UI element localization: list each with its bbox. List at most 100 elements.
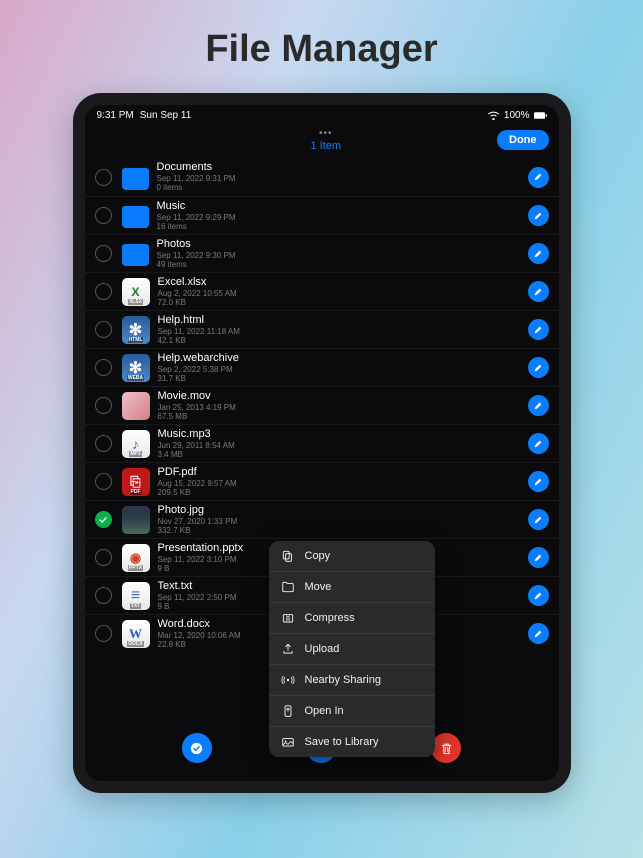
file-row[interactable]: MusicSep 11, 2022 9:29 PM16 items [85, 196, 559, 234]
checkbox[interactable] [95, 169, 112, 186]
promo-title: File Manager [205, 28, 437, 71]
checkbox[interactable] [95, 511, 112, 528]
more-icon[interactable]: ••• [155, 128, 498, 139]
menu-item-upload[interactable]: Upload [269, 634, 435, 665]
folder-icon [122, 168, 149, 190]
file-name: Music.mp3 [158, 428, 528, 441]
select-all-button[interactable] [182, 733, 212, 763]
file-info: Help.webarchiveSep 2, 2022 5:38 PM31.7 K… [158, 352, 528, 383]
pencil-icon [533, 401, 543, 411]
file-size: 0 items [157, 183, 528, 192]
file-ext-badge: PPTX [128, 565, 143, 571]
checkbox[interactable] [95, 435, 112, 452]
edit-button[interactable] [528, 205, 549, 226]
file-date: Jun 29, 2011 8:54 AM [158, 441, 528, 450]
done-button[interactable]: Done [497, 130, 549, 150]
file-info: Excel.xlsxAug 2, 2022 10:55 AM72.0 KB [158, 276, 528, 307]
file-name: Music [157, 200, 528, 213]
checkbox[interactable] [95, 245, 112, 262]
checkbox[interactable] [95, 473, 112, 490]
file-meta: Sep 11, 2022 9:30 PM49 items [157, 251, 528, 269]
file-ext-badge: MP3 [129, 451, 141, 457]
file-name: Help.webarchive [158, 352, 528, 365]
edit-button[interactable] [528, 395, 549, 416]
movie-icon [122, 392, 150, 420]
file-size: 16 items [157, 222, 528, 231]
file-date: Sep 11, 2022 9:29 PM [157, 213, 528, 222]
folder-icon [122, 244, 149, 266]
context-menu: Copy Move CompressUploadNearby SharingOpen… [269, 541, 435, 757]
folder-icon [122, 206, 149, 228]
checkbox[interactable] [95, 207, 112, 224]
pencil-icon [533, 553, 543, 563]
edit-button[interactable] [528, 547, 549, 568]
file-size: 67.5 MB [158, 412, 528, 421]
file-row[interactable]: MP3 Music.mp3Jun 29, 2011 8:54 AM3.4 MB [85, 424, 559, 462]
edit-button[interactable] [528, 471, 549, 492]
menu-item-save-library[interactable]: Save to Library [269, 727, 435, 757]
menu-item-compress[interactable]: Compress [269, 603, 435, 634]
edit-button[interactable] [528, 623, 549, 644]
file-info: Photo.jpgNov 27, 2020 1:33 PM332.7 KB [158, 504, 528, 535]
file-name: Help.html [158, 314, 528, 327]
file-row[interactable]: HTMLHelp.htmlSep 11, 2022 11:18 AM42.1 K… [85, 310, 559, 348]
pencil-icon [533, 287, 543, 297]
file-row[interactable]: Photo.jpgNov 27, 2020 1:33 PM332.7 KB [85, 500, 559, 538]
file-date: Nov 27, 2020 1:33 PM [158, 517, 528, 526]
file-info: PhotosSep 11, 2022 9:30 PM49 items [157, 238, 528, 269]
file-row[interactable]: DocumentsSep 11, 2022 9:31 PM0 items [85, 158, 559, 196]
menu-item-copy[interactable]: Copy [269, 541, 435, 572]
file-meta: Sep 11, 2022 11:18 AM42.1 KB [158, 327, 528, 345]
checkbox[interactable] [95, 321, 112, 338]
file-ext-badge: DOCX [127, 641, 143, 647]
file-name: Photos [157, 238, 528, 251]
file-ext-badge: PDF [130, 489, 142, 495]
selection-count: 1 Item [155, 140, 498, 152]
checkbox[interactable] [95, 587, 112, 604]
status-battery: 100% [504, 110, 530, 121]
nearby-icon [281, 673, 295, 687]
file-row[interactable]: PhotosSep 11, 2022 9:30 PM49 items [85, 234, 559, 272]
file-row[interactable]: WEBA Help.webarchiveSep 2, 2022 5:38 PM31… [85, 348, 559, 386]
pptx-icon: PPTX [122, 544, 150, 572]
edit-button[interactable] [528, 585, 549, 606]
edit-button[interactable] [528, 319, 549, 340]
edit-button[interactable] [528, 509, 549, 530]
pencil-icon [533, 249, 543, 259]
compress-icon [281, 611, 295, 625]
menu-item-open-in[interactable]: Open In [269, 696, 435, 727]
file-info: PDF.pdfAug 15, 2022 9:57 AM209.5 KB [158, 466, 528, 497]
checkbox[interactable] [95, 283, 112, 300]
file-row[interactable]: XLSXExcel.xlsxAug 2, 2022 10:55 AM72.0 K… [85, 272, 559, 310]
file-row[interactable]: PDF PDF.pdfAug 15, 2022 9:57 AM209.5 KB [85, 462, 559, 500]
file-date: Sep 11, 2022 11:18 AM [158, 327, 528, 336]
edit-button[interactable] [528, 167, 549, 188]
file-date: Aug 2, 2022 10:55 AM [158, 289, 528, 298]
file-meta: Sep 2, 2022 5:38 PM31.7 KB [158, 365, 528, 383]
edit-button[interactable] [528, 433, 549, 454]
wifi-icon [487, 111, 500, 120]
checkbox[interactable] [95, 359, 112, 376]
checkbox[interactable] [95, 549, 112, 566]
save-library-icon [281, 735, 295, 749]
edit-button[interactable] [528, 357, 549, 378]
file-meta: Jun 29, 2011 8:54 AM3.4 MB [158, 441, 528, 459]
edit-button[interactable] [528, 281, 549, 302]
weba-icon: WEBA [122, 354, 150, 382]
menu-item-nearby[interactable]: Nearby Sharing [269, 665, 435, 696]
menu-item-label: Save to Library [305, 736, 379, 748]
checkbox[interactable] [95, 625, 112, 642]
battery-icon [534, 111, 547, 120]
file-meta: Aug 15, 2022 9:57 AM209.5 KB [158, 479, 528, 497]
file-name: Excel.xlsx [158, 276, 528, 289]
menu-item-move[interactable]: Move [269, 572, 435, 603]
file-size: 31.7 KB [158, 374, 528, 383]
file-ext-badge: TXT [130, 603, 141, 609]
menu-item-label: Move [305, 581, 332, 593]
pencil-icon [533, 591, 543, 601]
edit-button[interactable] [528, 243, 549, 264]
file-meta: Aug 2, 2022 10:55 AM72.0 KB [158, 289, 528, 307]
checkbox[interactable] [95, 397, 112, 414]
delete-button[interactable] [431, 733, 461, 763]
file-row[interactable]: Movie.movJan 25, 2013 4:19 PM67.5 MB [85, 386, 559, 424]
